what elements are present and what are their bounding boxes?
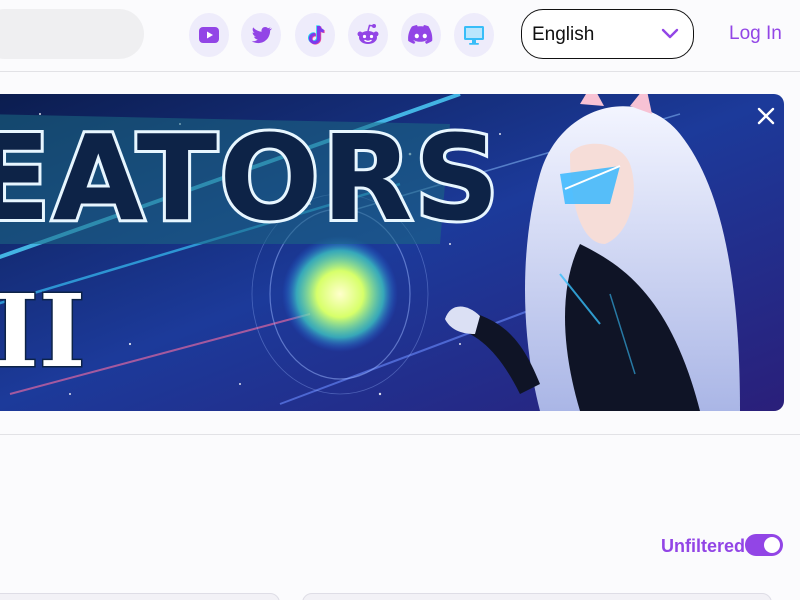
twitter-link[interactable] (241, 13, 281, 57)
banner-subheading: II (0, 272, 86, 390)
toggle-knob (764, 537, 780, 553)
unfiltered-toggle[interactable] (745, 534, 783, 556)
content-card[interactable] (302, 593, 772, 600)
unfiltered-label: Unfiltered (661, 536, 746, 556)
desktop-icon (464, 26, 484, 45)
language-select-value: English (532, 24, 595, 45)
chevron-down-icon (661, 28, 679, 39)
content-card[interactable] (0, 593, 280, 600)
tiktok-link[interactable] (295, 13, 335, 57)
banner-divider (0, 434, 800, 435)
close-icon[interactable] (754, 104, 778, 128)
promo-banner[interactable]: EATORS II (0, 94, 784, 411)
page: English Log In EATORS II Unfiltered (0, 0, 800, 600)
reddit-icon (357, 24, 379, 44)
header-divider (0, 71, 800, 72)
search-bar[interactable] (0, 9, 144, 59)
reddit-link[interactable] (348, 13, 388, 57)
tiktok-icon (308, 25, 325, 45)
youtube-icon (199, 27, 219, 43)
discord-link[interactable] (401, 13, 441, 57)
twitter-icon (251, 27, 273, 44)
discord-icon (408, 24, 433, 44)
youtube-link[interactable] (189, 13, 229, 57)
language-select[interactable]: English (521, 9, 694, 59)
banner-heading: EATORS (0, 109, 501, 247)
desktop-link[interactable] (454, 13, 494, 57)
banner-artwork: EATORS II (0, 94, 784, 411)
login-link[interactable]: Log In (729, 23, 782, 45)
